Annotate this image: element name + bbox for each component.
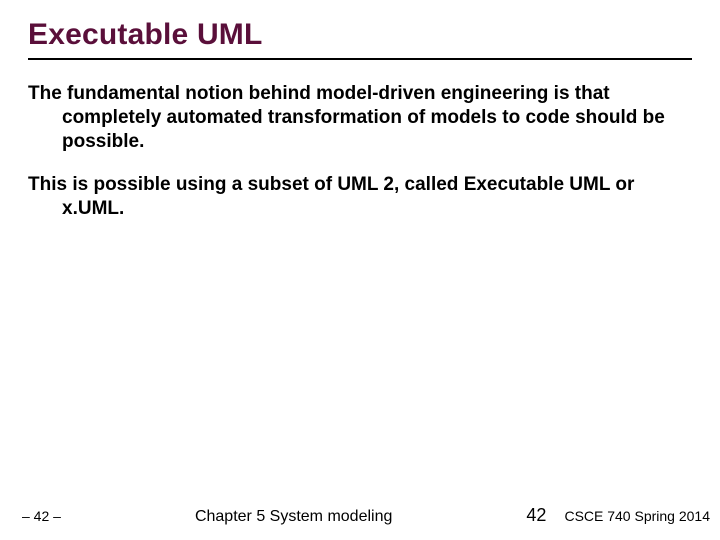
slide-title: Executable UML	[28, 18, 692, 52]
title-divider	[28, 58, 692, 60]
footer-course: CSCE 740 Spring 2014	[564, 508, 710, 524]
paragraph-1: The fundamental notion behind model-driv…	[28, 82, 692, 153]
footer-chapter: Chapter 5 System modeling	[61, 508, 526, 526]
footer-page-number: 42	[526, 505, 546, 526]
paragraph-2: This is possible using a subset of UML 2…	[28, 173, 692, 221]
paragraph-2-text: This is possible using a subset of UML 2…	[28, 173, 692, 221]
footer-slide-number-left: – 42 –	[22, 508, 61, 524]
slide-footer: – 42 – Chapter 5 System modeling 42 CSCE…	[0, 505, 720, 526]
paragraph-1-text: The fundamental notion behind model-driv…	[28, 82, 692, 153]
